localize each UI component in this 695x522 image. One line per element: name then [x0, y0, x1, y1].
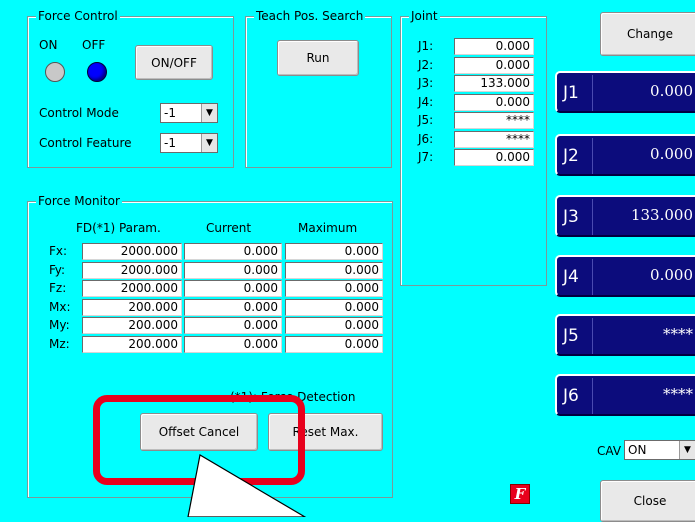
- joint-tile-value: 0.000: [650, 82, 693, 100]
- force-status-icon: F: [510, 484, 530, 504]
- chevron-down-icon[interactable]: ▼: [679, 441, 695, 459]
- joint-tile-divider: [592, 199, 593, 235]
- joint-tile-j3[interactable]: J3 133.000: [555, 195, 695, 237]
- joint-tile-name: J5: [563, 326, 579, 346]
- joint-tile-name: J4: [563, 267, 579, 287]
- joint-tile-value: 0.000: [650, 266, 693, 284]
- joint-tile-j4[interactable]: J4 0.000: [555, 255, 695, 297]
- joint-tile-divider: [592, 259, 593, 295]
- change-button[interactable]: Change: [600, 12, 695, 56]
- joint-tile-divider: [592, 75, 593, 111]
- joint-tile-value: ****: [663, 385, 693, 403]
- cav-select[interactable]: ON ▼: [624, 440, 695, 460]
- joint-tile-divider: [592, 378, 593, 414]
- joint-tile-j1[interactable]: J1 0.000: [555, 71, 695, 113]
- close-button[interactable]: Close: [600, 480, 695, 522]
- joint-tile-divider: [592, 318, 593, 354]
- cav-label: CAV: [597, 444, 622, 458]
- joint-tile-name: J2: [563, 146, 579, 166]
- joint-tile-name: J1: [563, 83, 579, 103]
- joint-tile-j6[interactable]: J6 ****: [555, 374, 695, 416]
- joint-tile-j5[interactable]: J5 ****: [555, 314, 695, 356]
- cav-value: ON: [628, 443, 647, 457]
- joint-tile-j2[interactable]: J2 0.000: [555, 134, 695, 176]
- joint-tile-value: 0.000: [650, 145, 693, 163]
- joint-tile-value: 133.000: [630, 206, 693, 224]
- joint-tile-name: J6: [563, 386, 579, 406]
- joint-tile-divider: [592, 138, 593, 174]
- joint-tile-value: ****: [663, 325, 693, 343]
- status-icon-letter: F: [514, 485, 526, 503]
- joint-tile-name: J3: [563, 207, 579, 227]
